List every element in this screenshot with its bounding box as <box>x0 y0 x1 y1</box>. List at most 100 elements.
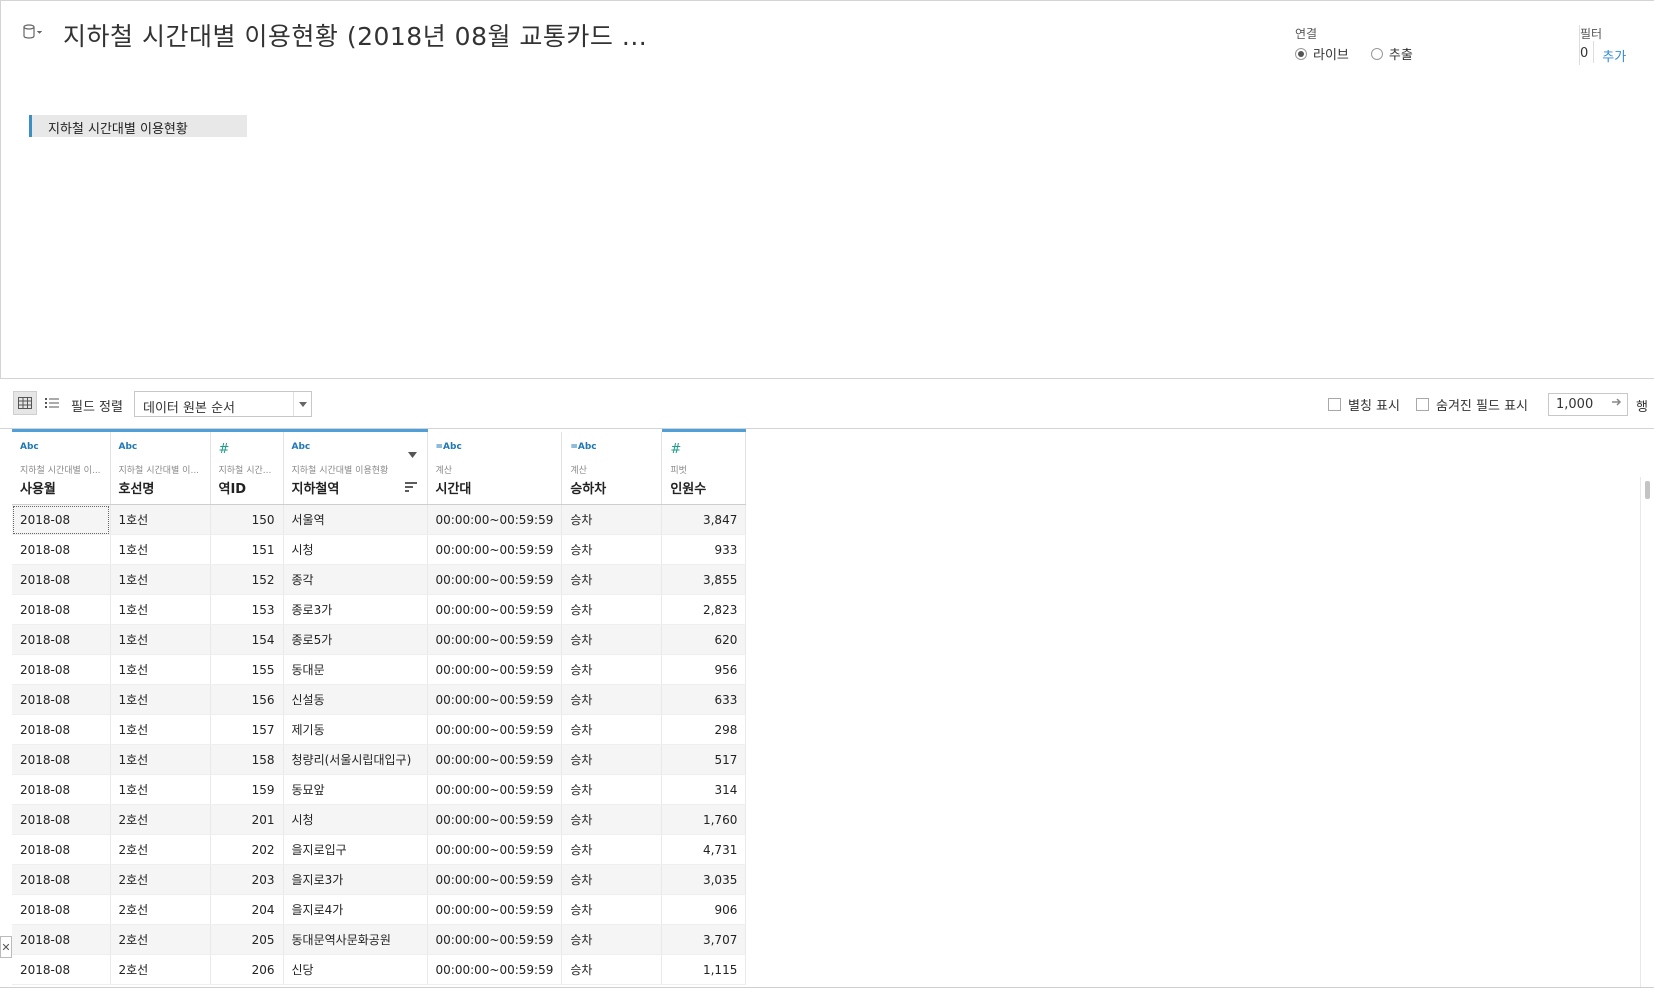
number-type-icon[interactable]: # <box>670 442 737 458</box>
table-cell[interactable]: 2018-08 <box>12 894 111 925</box>
table-cell[interactable]: 승차 <box>561 564 663 595</box>
table-cell[interactable]: 906 <box>661 894 747 925</box>
table-cell[interactable]: 동대문역사문화공원 <box>283 924 428 955</box>
table-cell[interactable]: 2018-08 <box>12 534 111 565</box>
table-cell[interactable]: 151 <box>210 534 284 565</box>
table-cell[interactable]: 서울역 <box>283 504 428 535</box>
table-cell[interactable]: 1,760 <box>661 804 747 835</box>
canvas-table-pill[interactable]: 지하철 시간대별 이용현황 <box>29 115 247 137</box>
table-cell[interactable]: 2018-08 <box>12 954 111 985</box>
table-cell[interactable]: 4,731 <box>661 834 747 865</box>
table-cell[interactable]: 승차 <box>561 594 663 625</box>
table-cell[interactable]: 00:00:00~00:59:59 <box>427 504 563 535</box>
calculated-string-type-icon[interactable]: =Abc <box>436 442 554 458</box>
column-menu-icon[interactable] <box>407 447 417 461</box>
table-cell[interactable]: 00:00:00~00:59:59 <box>427 864 563 895</box>
number-type-icon[interactable]: # <box>219 442 275 458</box>
table-cell[interactable]: 3,847 <box>661 504 747 535</box>
table-cell[interactable]: 153 <box>210 594 284 625</box>
table-cell[interactable]: 152 <box>210 564 284 595</box>
table-cell[interactable]: 1호선 <box>110 594 211 625</box>
table-cell[interactable]: 승차 <box>561 804 663 835</box>
table-cell[interactable]: 00:00:00~00:59:59 <box>427 714 563 745</box>
table-cell[interactable]: 승차 <box>561 504 663 535</box>
row-count-input[interactable]: 1,000 <box>1548 393 1628 416</box>
table-cell[interactable]: 201 <box>210 804 284 835</box>
table-cell[interactable]: 933 <box>661 534 747 565</box>
table-cell[interactable]: 2018-08 <box>12 714 111 745</box>
table-cell[interactable]: 승차 <box>561 924 663 955</box>
table-cell[interactable]: 314 <box>661 774 747 805</box>
column-header-time-slot[interactable]: =Abc 계산 시간대 <box>427 429 563 505</box>
table-cell[interactable]: 승차 <box>561 534 663 565</box>
table-cell[interactable]: 00:00:00~00:59:59 <box>427 564 563 595</box>
table-cell[interactable]: 2018-08 <box>12 864 111 895</box>
table-cell[interactable]: 2호선 <box>110 804 211 835</box>
table-cell[interactable]: 2,823 <box>661 594 747 625</box>
table-cell[interactable]: 1호선 <box>110 684 211 715</box>
table-cell[interactable]: 승차 <box>561 654 663 685</box>
calculated-string-type-icon[interactable]: =Abc <box>570 442 653 458</box>
table-cell[interactable]: 956 <box>661 654 747 685</box>
table-cell[interactable]: 154 <box>210 624 284 655</box>
table-cell[interactable]: 517 <box>661 744 747 775</box>
table-cell[interactable]: 을지로4가 <box>283 894 428 925</box>
sort-icon[interactable] <box>404 482 417 496</box>
table-cell[interactable]: 2018-08 <box>12 924 111 955</box>
table-cell[interactable]: 206 <box>210 954 284 985</box>
show-hidden-fields-checkbox[interactable]: 숨겨진 필드 표시 <box>1416 395 1528 414</box>
table-cell[interactable]: 00:00:00~00:59:59 <box>427 744 563 775</box>
table-cell[interactable]: 00:00:00~00:59:59 <box>427 894 563 925</box>
table-cell[interactable]: 157 <box>210 714 284 745</box>
column-header-boarding[interactable]: =Abc 계산 승하차 <box>561 429 663 505</box>
column-header-usage-month[interactable]: Abc 지하철 시간대별 이... 사용월 <box>12 429 111 505</box>
table-cell[interactable]: 종로3가 <box>283 594 428 625</box>
filter-add-link[interactable]: 추가 <box>1602 46 1626 65</box>
table-cell[interactable]: 2018-08 <box>12 624 111 655</box>
sort-fields-select[interactable]: 데이터 원본 순서 <box>134 391 312 417</box>
table-cell[interactable]: 203 <box>210 864 284 895</box>
string-type-icon[interactable]: Abc <box>292 442 419 458</box>
table-cell[interactable]: 00:00:00~00:59:59 <box>427 834 563 865</box>
table-cell[interactable]: 633 <box>661 684 747 715</box>
table-cell[interactable]: 을지로3가 <box>283 864 428 895</box>
table-cell[interactable]: 시청 <box>283 534 428 565</box>
table-cell[interactable]: 202 <box>210 834 284 865</box>
table-cell[interactable]: 00:00:00~00:59:59 <box>427 534 563 565</box>
table-cell[interactable]: 2018-08 <box>12 774 111 805</box>
table-cell[interactable]: 2018-08 <box>12 834 111 865</box>
table-cell[interactable]: 승차 <box>561 624 663 655</box>
list-view-button[interactable] <box>40 391 64 415</box>
table-cell[interactable]: 청량리(서울시립대입구) <box>283 744 428 775</box>
table-cell[interactable]: 1호선 <box>110 774 211 805</box>
table-cell[interactable]: 2018-08 <box>12 564 111 595</box>
table-cell[interactable]: 2018-08 <box>12 744 111 775</box>
table-cell[interactable]: 승차 <box>561 864 663 895</box>
table-cell[interactable]: 00:00:00~00:59:59 <box>427 684 563 715</box>
table-cell[interactable]: 00:00:00~00:59:59 <box>427 774 563 805</box>
table-cell[interactable]: 승차 <box>561 834 663 865</box>
page-title[interactable]: 지하철 시간대별 이용현황 (2018년 08월 교통카드 ... <box>63 17 647 53</box>
table-cell[interactable]: 종각 <box>283 564 428 595</box>
table-cell[interactable]: 1호선 <box>110 504 211 535</box>
table-cell[interactable]: 00:00:00~00:59:59 <box>427 954 563 985</box>
table-cell[interactable]: 시청 <box>283 804 428 835</box>
close-icon[interactable]: ✕ <box>0 936 12 958</box>
string-type-icon[interactable]: Abc <box>119 442 202 458</box>
table-cell[interactable]: 1,115 <box>661 954 747 985</box>
table-cell[interactable]: 156 <box>210 684 284 715</box>
table-cell[interactable]: 1호선 <box>110 624 211 655</box>
table-cell[interactable]: 2018-08 <box>12 504 111 535</box>
data-source-menu-icon[interactable] <box>23 23 43 43</box>
table-cell[interactable]: 승차 <box>561 714 663 745</box>
table-cell[interactable]: 2호선 <box>110 954 211 985</box>
table-cell[interactable]: 159 <box>210 774 284 805</box>
table-cell[interactable]: 을지로입구 <box>283 834 428 865</box>
table-cell[interactable]: 승차 <box>561 684 663 715</box>
table-cell[interactable]: 2018-08 <box>12 594 111 625</box>
column-header-station-id[interactable]: # 지하철 시간... 역ID <box>210 429 284 505</box>
table-cell[interactable]: 158 <box>210 744 284 775</box>
arrow-right-icon[interactable] <box>1611 396 1623 412</box>
table-cell[interactable]: 신설동 <box>283 684 428 715</box>
table-cell[interactable]: 1호선 <box>110 744 211 775</box>
